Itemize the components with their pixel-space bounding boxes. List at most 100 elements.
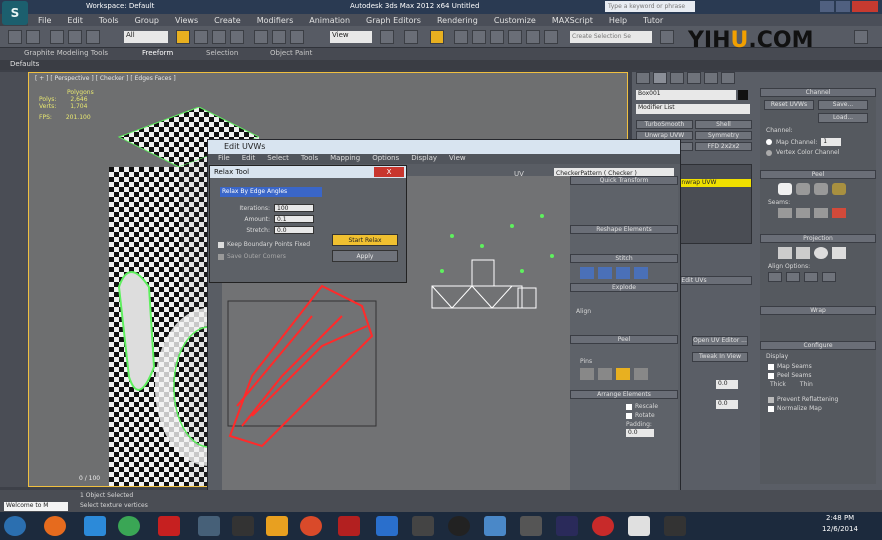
seam-icon-2[interactable]: [796, 208, 810, 218]
reset-uvws-button[interactable]: Reset UVWs: [764, 100, 814, 110]
motion-tab-icon[interactable]: [687, 72, 701, 84]
thin-radio-label[interactable]: Thin: [800, 381, 813, 388]
seam-icon-3[interactable]: [814, 208, 828, 218]
uvw-menu-view[interactable]: View: [449, 154, 466, 164]
menu-group[interactable]: Group: [135, 16, 159, 25]
move-icon[interactable]: [254, 30, 268, 44]
uvw-menu-file[interactable]: File: [218, 154, 230, 164]
create-selection-set-dropdown[interactable]: Create Selection Se: [570, 31, 652, 43]
workspace-selector[interactable]: Workspace: Default: [86, 2, 154, 10]
bind-space-warp-icon[interactable]: [86, 30, 100, 44]
maximize-button[interactable]: [836, 1, 850, 12]
align-icon[interactable]: [660, 30, 674, 44]
modify-tab-icon[interactable]: [653, 72, 667, 84]
stitch-icon-1[interactable]: [580, 267, 594, 279]
tab-object-paint[interactable]: Object Paint: [270, 49, 312, 57]
peel-rollout-title[interactable]: Peel: [760, 170, 876, 179]
app-menu-icon[interactable]: S: [2, 1, 28, 25]
peel-icon-3[interactable]: [814, 183, 828, 195]
spherical-map-icon[interactable]: [814, 247, 828, 259]
viewport-label[interactable]: [ + ] [ Perspective ] [ Checker ] [ Edge…: [35, 75, 176, 82]
thick-radio-label[interactable]: Thick: [770, 381, 786, 388]
start-button-icon[interactable]: [4, 516, 26, 536]
open-uv-editor-button[interactable]: Open UV Editor ...: [692, 336, 748, 346]
link-icon[interactable]: [50, 30, 64, 44]
hierarchy-tab-icon[interactable]: [670, 72, 684, 84]
stitch-icon-4[interactable]: [634, 267, 648, 279]
chrome-icon[interactable]: [118, 516, 140, 536]
select-manipulate-icon[interactable]: [404, 30, 418, 44]
pin-icon-2[interactable]: [598, 368, 612, 380]
reference-coord-dropdown[interactable]: View: [330, 31, 372, 43]
prevent-reflattening-checkbox[interactable]: [768, 396, 774, 403]
peel-seams-checkbox[interactable]: [768, 372, 774, 379]
minimize-button[interactable]: [820, 1, 834, 12]
render-frame-icon[interactable]: [854, 30, 868, 44]
symmetry-button[interactable]: Symmetry: [695, 131, 752, 140]
pin-icon-3[interactable]: [616, 368, 630, 380]
uvw-menu-options[interactable]: Options: [372, 154, 399, 164]
angle-snap-icon[interactable]: [472, 30, 486, 44]
explode-title[interactable]: Explode: [570, 283, 678, 292]
menu-tutor[interactable]: Tutor: [643, 16, 663, 25]
rectangular-selection-icon[interactable]: [212, 30, 226, 44]
app-icon-7[interactable]: [520, 516, 542, 536]
scale-icon[interactable]: [290, 30, 304, 44]
align-z-button[interactable]: [804, 272, 818, 282]
3dsmax-taskbar-icon[interactable]: [628, 516, 650, 536]
uvw-menu-display[interactable]: Display: [411, 154, 437, 164]
map-channel-radio[interactable]: [766, 139, 772, 145]
menu-graph-editors[interactable]: Graph Editors: [366, 16, 421, 25]
pivot-center-icon[interactable]: [380, 30, 394, 44]
spinner-value-2[interactable]: 0.0: [716, 400, 738, 409]
select-by-name-icon[interactable]: [194, 30, 208, 44]
normalize-map-checkbox[interactable]: [768, 405, 774, 412]
filezilla-icon[interactable]: [158, 516, 180, 536]
rotate-checkbox[interactable]: [626, 412, 632, 419]
seam-icon-4[interactable]: [832, 208, 846, 218]
app-icon-6[interactable]: [484, 516, 506, 536]
start-relax-button[interactable]: Start Relax: [332, 234, 398, 246]
align-normal-button[interactable]: [822, 272, 836, 282]
align-y-button[interactable]: [786, 272, 800, 282]
menu-help[interactable]: Help: [609, 16, 627, 25]
undo-icon[interactable]: [8, 30, 22, 44]
stitch-icon-2[interactable]: [598, 267, 612, 279]
dropbox-icon[interactable]: [376, 516, 398, 536]
peel-icon-4[interactable]: [832, 183, 846, 195]
iterations-field[interactable]: 100: [274, 204, 314, 212]
object-name-field[interactable]: Box001: [636, 90, 736, 100]
configure-rollout-title[interactable]: Configure: [760, 341, 876, 350]
pin-icon-1[interactable]: [580, 368, 594, 380]
percent-snap-icon[interactable]: [490, 30, 504, 44]
relax-method-dropdown[interactable]: Relax By Edge Angles: [220, 187, 322, 197]
menu-views[interactable]: Views: [175, 16, 198, 25]
menu-tools[interactable]: Tools: [99, 16, 119, 25]
cylindrical-map-icon[interactable]: [796, 247, 810, 259]
menu-create[interactable]: Create: [214, 16, 241, 25]
rescale-checkbox[interactable]: [626, 403, 632, 410]
tab-freeform[interactable]: Freeform: [142, 49, 173, 57]
app-icon-8[interactable]: [592, 516, 614, 536]
firefox-icon[interactable]: [44, 516, 66, 536]
app-icon-1[interactable]: [198, 516, 220, 536]
unlink-icon[interactable]: [68, 30, 82, 44]
menu-rendering[interactable]: Rendering: [437, 16, 478, 25]
turbosmooth-button[interactable]: TurboSmooth: [636, 120, 693, 129]
seam-icon-1[interactable]: [778, 208, 792, 218]
reshape-elements-title[interactable]: Reshape Elements: [570, 225, 678, 234]
display-tab-icon[interactable]: [704, 72, 718, 84]
map-channel-field[interactable]: 1: [821, 138, 842, 146]
save-uvw-button[interactable]: Save...: [818, 100, 868, 110]
tab-graphite-modeling[interactable]: Graphite Modeling Tools: [24, 49, 108, 57]
pin-icon-4[interactable]: [634, 368, 648, 380]
app-icon-5[interactable]: [448, 516, 470, 536]
white-uv-shells[interactable]: [431, 259, 537, 309]
menu-modifiers[interactable]: Modifiers: [257, 16, 294, 25]
vertex-color-radio[interactable]: [766, 149, 772, 156]
selection-filter-dropdown[interactable]: All: [124, 31, 168, 43]
stitch-icon-3[interactable]: [616, 267, 630, 279]
select-object-icon[interactable]: [176, 30, 190, 44]
spinner-snap-icon[interactable]: [508, 30, 522, 44]
menu-maxscript[interactable]: MAXScript: [552, 16, 593, 25]
